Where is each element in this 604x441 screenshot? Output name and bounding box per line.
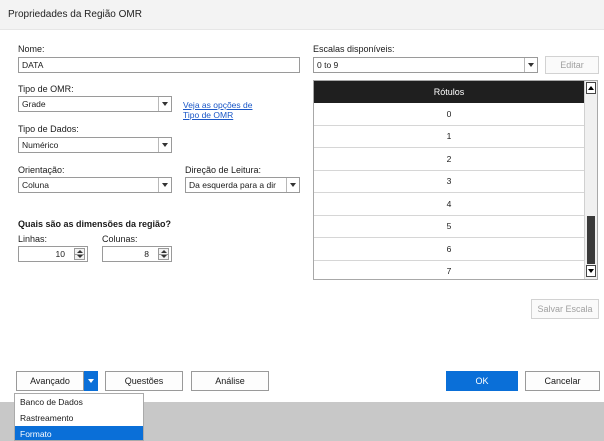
labels-row[interactable]: 6 [314, 238, 584, 261]
columns-value: 8 [144, 249, 149, 259]
chevron-down-icon[interactable] [524, 58, 537, 72]
labels-row[interactable]: 5 [314, 216, 584, 238]
menu-item-database[interactable]: Banco de Dados [15, 394, 143, 410]
omr-type-help-link[interactable]: Veja as opções de Tipo de OMR [183, 100, 252, 120]
scales-select-value: 0 to 9 [317, 60, 339, 70]
orientation-label: Orientação: [18, 165, 65, 175]
scrollbar-thumb[interactable] [587, 216, 595, 264]
advanced-button[interactable]: Avançado [16, 371, 84, 391]
reading-direction-value: Da esquerda para a dir [189, 180, 276, 190]
chevron-down-icon[interactable] [158, 138, 171, 152]
save-scale-button[interactable]: Salvar Escala [531, 299, 599, 319]
dialog-titlebar: Propriedades da Região OMR [0, 0, 604, 30]
analysis-button[interactable]: Análise [191, 371, 269, 391]
omr-type-label: Tipo de OMR: [18, 84, 74, 94]
labels-row[interactable]: 0 [314, 103, 584, 126]
data-type-select[interactable]: Numérico [18, 137, 172, 153]
columns-label: Colunas: [102, 234, 138, 244]
scroll-down-icon[interactable] [586, 265, 596, 277]
omr-type-help-link-line2[interactable]: Tipo de OMR [183, 110, 252, 120]
dimensions-heading: Quais são as dimensões da região? [18, 219, 172, 229]
spinner-icon[interactable] [158, 248, 169, 260]
labels-column-header: Rótulos [314, 81, 584, 103]
data-type-value: Numérico [22, 140, 59, 150]
labels-scrollbar[interactable] [584, 81, 597, 279]
omr-type-help-link-line1[interactable]: Veja as opções de [183, 100, 252, 110]
dialog-title: Propriedades da Região OMR [8, 9, 142, 20]
omr-type-value: Grade [22, 99, 46, 109]
omr-type-select[interactable]: Grade [18, 96, 172, 112]
cancel-button[interactable]: Cancelar [525, 371, 600, 391]
scales-select[interactable]: 0 to 9 [313, 57, 538, 73]
questions-button[interactable]: Questões [105, 371, 183, 391]
rows-label: Linhas: [18, 234, 48, 244]
labels-row[interactable]: 4 [314, 193, 584, 216]
labels-grid[interactable]: Rótulos 0 1 2 3 4 5 6 7 [313, 80, 598, 280]
orientation-select[interactable]: Coluna [18, 177, 172, 193]
name-input[interactable]: DATA [18, 57, 300, 73]
chevron-down-icon[interactable] [158, 97, 171, 111]
menu-item-format[interactable]: Formato [15, 426, 143, 440]
chevron-down-icon [88, 379, 94, 383]
rows-spinner[interactable]: 10 [18, 246, 88, 262]
name-label: Nome: [18, 44, 45, 54]
reading-direction-select[interactable]: Da esquerda para a dir [185, 177, 300, 193]
labels-row[interactable]: 3 [314, 171, 584, 193]
advanced-menu[interactable]: Banco de Dados Rastreamento Formato [14, 393, 144, 441]
chevron-down-icon[interactable] [158, 178, 171, 192]
menu-item-tracking[interactable]: Rastreamento [15, 410, 143, 426]
spinner-icon[interactable] [74, 248, 85, 260]
scroll-up-icon[interactable] [586, 82, 596, 94]
advanced-dropdown-button[interactable] [84, 371, 98, 391]
edit-scale-button[interactable]: Editar [545, 56, 599, 74]
rows-value: 10 [55, 249, 65, 259]
chevron-down-icon[interactable] [286, 178, 299, 192]
data-type-label: Tipo de Dados: [18, 124, 79, 134]
columns-spinner[interactable]: 8 [102, 246, 172, 262]
scales-label: Escalas disponíveis: [313, 44, 395, 54]
labels-row[interactable]: 7 [314, 261, 584, 280]
reading-direction-label: Direção de Leitura: [185, 165, 262, 175]
ok-button[interactable]: OK [446, 371, 518, 391]
orientation-value: Coluna [22, 180, 49, 190]
labels-row[interactable]: 2 [314, 148, 584, 171]
labels-row[interactable]: 1 [314, 126, 584, 148]
